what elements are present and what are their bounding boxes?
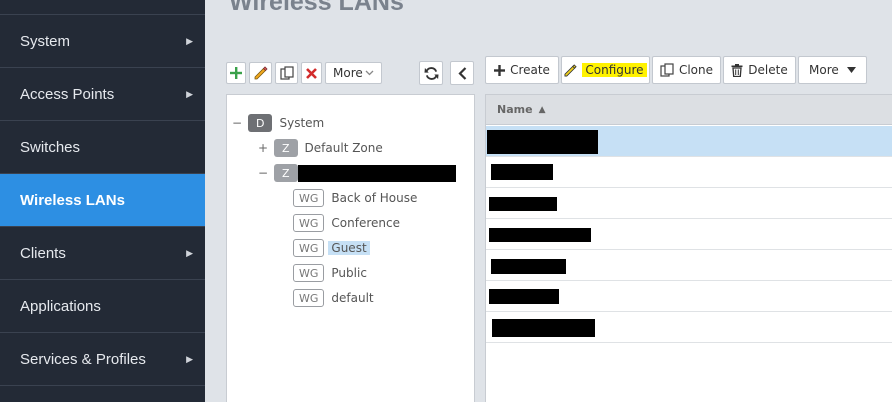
sidebar-item-label: Clients	[20, 244, 66, 262]
table-row[interactable]	[486, 188, 892, 219]
tree-node-label: Back of House	[331, 191, 418, 205]
zone-tree-panel: − D System + Z Default Zone − Z WG Back …	[226, 94, 475, 402]
sidebar-item-clients[interactable]: Clients ▶	[0, 227, 205, 280]
tree-node-label: Public	[331, 266, 367, 280]
chevron-left-icon	[457, 66, 466, 80]
wlan-group-badge: WG	[293, 289, 325, 307]
tree-node-wlan-group[interactable]: WG Guest	[293, 238, 370, 258]
sidebar-item-label: Switches	[20, 138, 81, 156]
collapse-toggle[interactable]: −	[258, 166, 268, 180]
add-button[interactable]	[226, 62, 246, 84]
close-icon	[306, 67, 317, 79]
caret-down-icon	[847, 67, 856, 73]
delete-label: Delete	[748, 63, 788, 77]
pencil-icon	[564, 63, 578, 76]
wlan-group-badge: WG	[293, 264, 325, 282]
wlan-group-badge: WG	[293, 189, 325, 207]
plus-icon	[494, 64, 506, 76]
tree-node-wlan-group[interactable]: WG Back of House	[293, 188, 420, 208]
clone-icon	[660, 63, 674, 77]
sidebar-item-label: Access Points	[20, 85, 115, 103]
plus-icon	[230, 67, 242, 79]
domain-badge: D	[248, 114, 273, 132]
tree-node-label: Default Zone	[304, 141, 383, 155]
sidebar: System ▶ Access Points ▶ Switches Wirele…	[0, 0, 205, 402]
create-label: Create	[510, 63, 550, 77]
redacted-block	[491, 259, 566, 274]
expand-toggle[interactable]: +	[258, 141, 268, 155]
main-content: Wireless LANs More Create Configure Clon…	[205, 0, 892, 402]
tree-node-wlan-group[interactable]: WG Public	[293, 263, 370, 283]
column-header-label: Name	[497, 103, 533, 116]
tree-node-label: System	[279, 116, 325, 130]
refresh-icon	[423, 66, 439, 80]
clone-grid-button[interactable]: Clone	[652, 56, 721, 84]
zone-badge: Z	[274, 164, 298, 182]
tree-node-label: Guest	[328, 241, 370, 255]
redacted-block	[489, 289, 559, 304]
refresh-button[interactable]	[419, 61, 443, 85]
grid-more-button[interactable]: More	[798, 56, 867, 84]
tree-more-button[interactable]: More	[325, 62, 382, 84]
table-row[interactable]	[486, 312, 892, 343]
trash-icon	[731, 63, 743, 77]
redacted-block	[297, 164, 456, 182]
tree-node-default-zone[interactable]: + Z Default Zone	[258, 138, 386, 158]
redacted-block	[489, 228, 591, 242]
zone-badge: Z	[274, 139, 298, 157]
delete-button[interactable]	[301, 62, 322, 84]
chevron-down-icon	[365, 70, 374, 76]
tree-node-label: Conference	[331, 216, 400, 230]
collapse-panel-button[interactable]	[450, 61, 474, 85]
tree-node-label: default	[331, 291, 374, 305]
configure-label: Configure	[582, 63, 647, 77]
collapse-toggle[interactable]: −	[232, 116, 242, 130]
sidebar-top-item[interactable]	[0, 0, 205, 15]
sidebar-item-wireless-lans[interactable]: Wireless LANs	[0, 174, 205, 227]
table-row[interactable]	[486, 157, 892, 188]
sidebar-item-label: Wireless LANs	[20, 191, 125, 209]
more-label: More	[333, 66, 363, 80]
clone-button[interactable]	[275, 62, 298, 84]
sidebar-item-label: System	[20, 32, 71, 50]
more-label: More	[809, 63, 839, 77]
wlan-group-badge: WG	[293, 214, 325, 232]
sort-ascending-icon: ▲	[538, 104, 546, 115]
table-row[interactable]	[486, 250, 892, 281]
pencil-icon	[254, 66, 268, 80]
sidebar-item-label: Services & Profiles	[20, 350, 146, 368]
clone-label: Clone	[678, 63, 714, 77]
delete-grid-button[interactable]: Delete	[723, 56, 796, 84]
sidebar-item-system[interactable]: System ▶	[0, 15, 205, 68]
chevron-right-icon: ▶	[186, 247, 193, 258]
sidebar-item-access-points[interactable]: Access Points ▶	[0, 68, 205, 121]
wlan-group-badge: WG	[293, 239, 325, 257]
sidebar-item-services-profiles[interactable]: Services & Profiles ▶	[0, 333, 205, 386]
chevron-right-icon: ▶	[186, 35, 193, 46]
chevron-right-icon: ▶	[186, 353, 193, 364]
redacted-block	[491, 164, 553, 180]
clone-icon	[279, 66, 294, 80]
tree-node-system[interactable]: − D System	[232, 113, 327, 133]
configure-button[interactable]: Configure	[561, 56, 650, 84]
create-button[interactable]: Create	[485, 56, 559, 84]
sidebar-item-switches[interactable]: Switches	[0, 121, 205, 174]
column-header-name[interactable]: Name ▲	[486, 95, 892, 125]
redacted-block	[492, 319, 595, 337]
tree-node-wlan-group[interactable]: WG default	[293, 288, 377, 308]
table-row[interactable]	[486, 126, 892, 157]
sidebar-item-applications[interactable]: Applications	[0, 280, 205, 333]
redacted-block	[487, 130, 598, 154]
tree-node-zone-redacted[interactable]: − Z	[258, 163, 456, 183]
redacted-block	[489, 197, 557, 211]
sidebar-item-label: Applications	[20, 297, 101, 315]
edit-button[interactable]	[249, 62, 272, 84]
table-row[interactable]	[486, 219, 892, 250]
page-title: Wireless LANs	[229, 0, 404, 16]
table-row[interactable]	[486, 281, 892, 312]
wlan-grid: Name ▲	[485, 94, 892, 402]
chevron-right-icon: ▶	[186, 88, 193, 99]
tree-node-wlan-group[interactable]: WG Conference	[293, 213, 403, 233]
